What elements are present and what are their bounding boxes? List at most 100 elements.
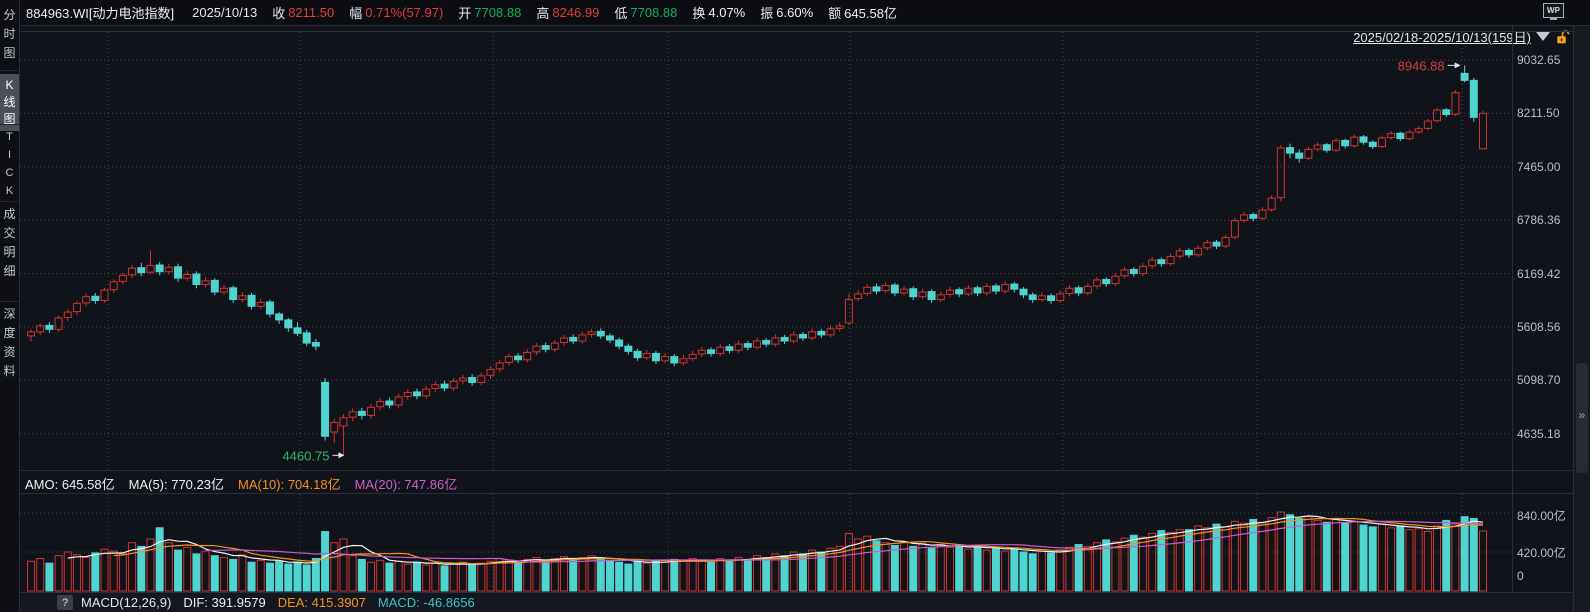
volume-bar bbox=[239, 555, 246, 591]
candle bbox=[1094, 277, 1101, 289]
sidebar-item-depth-info[interactable]: 深度资料 bbox=[0, 305, 19, 381]
volume-bar bbox=[1470, 519, 1477, 591]
tab-char: 深 bbox=[0, 305, 19, 324]
candle bbox=[193, 271, 200, 288]
candle bbox=[1195, 245, 1202, 257]
amount-ma-value: AMO: 645.58亿 bbox=[25, 474, 115, 490]
candle bbox=[937, 292, 944, 302]
volume-bar bbox=[1314, 520, 1321, 591]
volume-bar bbox=[643, 563, 650, 591]
volume-axis-label: 420.00亿 bbox=[1517, 544, 1566, 561]
volume-bar bbox=[1461, 517, 1468, 591]
sidebar-item-tick[interactable]: TICK bbox=[0, 128, 19, 200]
candle bbox=[1323, 143, 1330, 153]
volume-bar bbox=[1195, 526, 1202, 591]
volume-bar bbox=[230, 559, 237, 591]
volume-bar bbox=[101, 549, 108, 591]
sidebar-item-intraday[interactable]: 分时图 bbox=[0, 6, 19, 63]
quote-stat: 振6.60% bbox=[760, 3, 813, 22]
wp-monitor-icon[interactable]: WP bbox=[1543, 3, 1564, 18]
candle bbox=[276, 312, 283, 324]
tab-char: 交 bbox=[0, 224, 19, 243]
candle bbox=[928, 289, 935, 303]
wp-monitor-stand-icon bbox=[1550, 18, 1557, 20]
candle bbox=[588, 329, 595, 338]
volume-bar bbox=[395, 561, 402, 591]
candle bbox=[1415, 126, 1422, 134]
candle bbox=[1176, 248, 1183, 259]
volume-bar bbox=[992, 547, 999, 591]
volume-bar bbox=[276, 561, 283, 591]
volume-ma-line bbox=[68, 516, 1483, 564]
volume-bar bbox=[322, 532, 329, 591]
volume-pane-top-border bbox=[19, 493, 1573, 494]
candle bbox=[1332, 138, 1339, 152]
tab-char: 细 bbox=[0, 262, 19, 281]
macd-title[interactable]: MACD(12,26,9) bbox=[81, 595, 171, 610]
volume-bar bbox=[83, 558, 90, 591]
quote-stat: 开7708.88 bbox=[458, 3, 521, 22]
volume-bar bbox=[1149, 533, 1156, 591]
candle bbox=[46, 322, 53, 333]
candle bbox=[211, 278, 218, 295]
candle bbox=[983, 283, 990, 295]
volume-bar bbox=[1424, 532, 1431, 591]
quote-stat: 高8246.99 bbox=[536, 3, 599, 22]
stat-label: 开 bbox=[458, 3, 471, 22]
help-icon[interactable]: ? bbox=[57, 595, 73, 610]
volume-bar bbox=[73, 555, 80, 591]
volume-bar bbox=[138, 546, 145, 591]
candle bbox=[1369, 140, 1376, 149]
candle bbox=[147, 250, 154, 274]
date-range-selector[interactable]: 2025/02/18-2025/10/13(159日) bbox=[1353, 27, 1531, 46]
candle bbox=[1241, 212, 1248, 223]
volume-bar bbox=[193, 554, 200, 591]
stat-label: 振 bbox=[760, 3, 773, 22]
candle bbox=[138, 263, 145, 277]
candle bbox=[864, 284, 871, 296]
candle bbox=[441, 381, 448, 392]
volume-bar bbox=[1397, 526, 1404, 591]
volume-bar bbox=[1434, 526, 1441, 591]
sidebar-item-kline[interactable]: K线图 bbox=[0, 74, 19, 131]
candle bbox=[1185, 248, 1192, 258]
stat-label: 高 bbox=[536, 3, 549, 22]
quote-stats: 收8211.50幅0.71%(57.97)开7708.88高8246.99低77… bbox=[257, 3, 897, 22]
axis-divider bbox=[1512, 25, 1513, 592]
candle bbox=[910, 286, 917, 300]
chevron-down-icon[interactable] bbox=[1536, 32, 1550, 41]
candle bbox=[882, 282, 889, 293]
volume-bar bbox=[202, 551, 209, 591]
volume-bar bbox=[616, 562, 623, 591]
tab-char: C bbox=[0, 164, 19, 182]
top-info-bar: 884963.WI[动力电池指数] 2025/10/13 收8211.50幅0.… bbox=[19, 0, 1590, 25]
sidebar-item-trade-detail[interactable]: 成交明细 bbox=[0, 205, 19, 281]
volume-bar bbox=[1213, 524, 1220, 591]
candle bbox=[230, 285, 237, 302]
volume-bar bbox=[156, 528, 163, 591]
candle bbox=[1029, 292, 1036, 302]
volume-bar bbox=[763, 558, 770, 591]
volume-bar bbox=[92, 553, 99, 591]
volume-bar bbox=[1066, 547, 1073, 591]
collapse-chevron-icon[interactable]: » bbox=[1574, 408, 1590, 422]
volume-bar bbox=[910, 546, 917, 591]
volume-bar bbox=[1480, 531, 1487, 591]
candle bbox=[643, 350, 650, 361]
candle bbox=[1296, 149, 1303, 162]
quote-stat: 低7708.88 bbox=[614, 3, 677, 22]
candle bbox=[331, 419, 338, 443]
volume-bar bbox=[946, 547, 953, 591]
candle bbox=[83, 294, 90, 306]
candle bbox=[92, 293, 99, 304]
candle bbox=[294, 322, 301, 336]
candle bbox=[1259, 207, 1266, 220]
candle bbox=[790, 331, 797, 343]
volume-bar bbox=[1167, 532, 1174, 591]
volume-bar bbox=[1139, 537, 1146, 591]
stat-label: 收 bbox=[272, 3, 285, 22]
volume-bar bbox=[358, 559, 365, 591]
volume-bar bbox=[882, 543, 889, 591]
volume-bar bbox=[165, 543, 172, 591]
kline-chart-canvas[interactable]: 8946.884460.75 bbox=[0, 0, 1590, 612]
